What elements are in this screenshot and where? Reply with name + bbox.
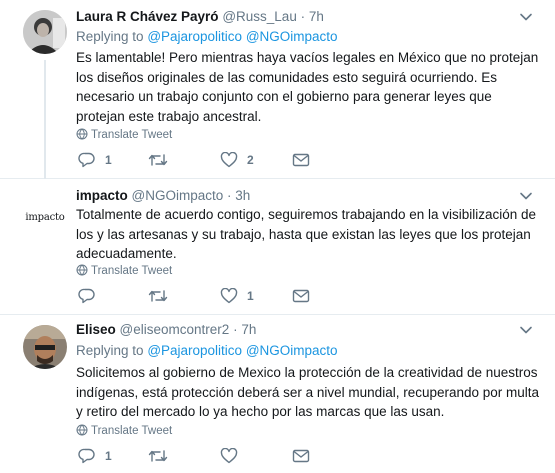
tweet-header: Eliseo @eliseomcontrer2 · 7h	[76, 321, 256, 339]
tweet[interactable]: impacto impacto @NGOimpacto · 3h Totalme…	[0, 179, 555, 315]
tweet-actions: 1	[78, 446, 538, 466]
message-icon	[292, 153, 310, 167]
reply-handles-link[interactable]: @Pajaropolitico @NGOimpacto	[147, 343, 337, 358]
message-button[interactable]	[292, 150, 310, 170]
retweet-button[interactable]	[148, 446, 177, 466]
globe-icon	[76, 264, 88, 276]
tweet[interactable]: Laura R Chávez Payró @Russ_Lau · 7h Repl…	[0, 0, 555, 179]
like-icon	[220, 448, 238, 464]
message-button[interactable]	[292, 286, 310, 306]
like-button[interactable]	[220, 446, 247, 466]
reply-prefix: Replying to	[76, 29, 144, 44]
globe-icon	[76, 424, 88, 436]
translate-label: Translate Tweet	[91, 129, 173, 141]
reply-context: Replying to @Pajaropolitico @NGOimpacto	[76, 28, 338, 46]
tweet-text: Totalmente de acuerdo contigo, seguiremo…	[76, 207, 537, 261]
tweet-header: Laura R Chávez Payró @Russ_Lau · 7h	[76, 8, 324, 26]
retweet-icon	[148, 290, 168, 302]
retweet-button[interactable]	[148, 286, 177, 306]
author-name[interactable]: Laura R Chávez Payró	[76, 9, 219, 24]
like-count: 2	[247, 153, 254, 167]
avatar[interactable]	[23, 10, 67, 54]
separator: ·	[227, 188, 232, 203]
timestamp[interactable]: 3h	[235, 188, 250, 203]
reply-prefix: Replying to	[76, 343, 144, 358]
reply-button[interactable]	[78, 286, 105, 306]
reply-count: 1	[105, 449, 112, 463]
message-icon	[292, 289, 310, 303]
author-handle[interactable]: @eliseomcontrer2	[120, 322, 230, 337]
avatar[interactable]	[23, 325, 67, 369]
author-handle[interactable]: @NGOimpacto	[132, 188, 224, 203]
translate-tweet-link[interactable]: Translate Tweet	[76, 264, 172, 278]
avatar-logo-text: impacto	[25, 211, 65, 223]
reply-button[interactable]: 1	[78, 150, 112, 170]
thread-line	[44, 60, 46, 179]
reply-icon	[78, 152, 95, 168]
globe-icon	[76, 128, 88, 140]
author-handle[interactable]: @Russ_Lau	[222, 9, 297, 24]
separator: ·	[300, 9, 306, 24]
avatar[interactable]: impacto	[23, 195, 67, 239]
reply-handles-link[interactable]: @Pajaropolitico @NGOimpacto	[147, 29, 337, 44]
tweet-text: Solicitemos al gobierno de Mexico la pro…	[76, 365, 540, 419]
chevron-down-icon[interactable]	[519, 189, 533, 203]
separator: ·	[233, 322, 238, 337]
translate-label: Translate Tweet	[91, 265, 173, 277]
tweet-header: impacto @NGOimpacto · 3h	[76, 187, 250, 205]
reply-count: 1	[105, 153, 112, 167]
translate-label: Translate Tweet	[91, 425, 173, 437]
author-name[interactable]: Eliseo	[76, 322, 116, 337]
like-button[interactable]: 1	[220, 286, 254, 306]
like-count: 1	[247, 289, 254, 303]
reply-icon	[78, 288, 95, 304]
chevron-down-icon[interactable]	[519, 323, 533, 337]
tweet-text: Es lamentable! Pero mientras haya vacíos…	[76, 50, 539, 124]
like-button[interactable]: 2	[220, 150, 254, 170]
translate-tweet-link[interactable]: Translate Tweet	[76, 128, 172, 142]
tweet-actions: 1 2	[78, 150, 538, 170]
retweet-icon	[148, 154, 168, 166]
translate-tweet-link[interactable]: Translate Tweet	[76, 424, 172, 438]
chevron-down-icon[interactable]	[519, 10, 533, 24]
retweet-icon	[148, 450, 168, 462]
timestamp[interactable]: 7h	[241, 322, 256, 337]
tweet[interactable]: Eliseo @eliseomcontrer2 · 7h Replying to…	[0, 315, 555, 473]
message-button[interactable]	[292, 446, 310, 466]
reply-icon	[78, 448, 95, 464]
reply-button[interactable]: 1	[78, 446, 112, 466]
like-icon	[220, 288, 238, 304]
timestamp[interactable]: 7h	[309, 9, 324, 24]
reply-context: Replying to @Pajaropolitico @NGOimpacto	[76, 342, 338, 360]
like-icon	[220, 152, 238, 168]
retweet-button[interactable]	[148, 150, 177, 170]
tweet-actions: 1	[78, 286, 538, 306]
message-icon	[292, 449, 310, 463]
author-name[interactable]: impacto	[76, 188, 128, 203]
